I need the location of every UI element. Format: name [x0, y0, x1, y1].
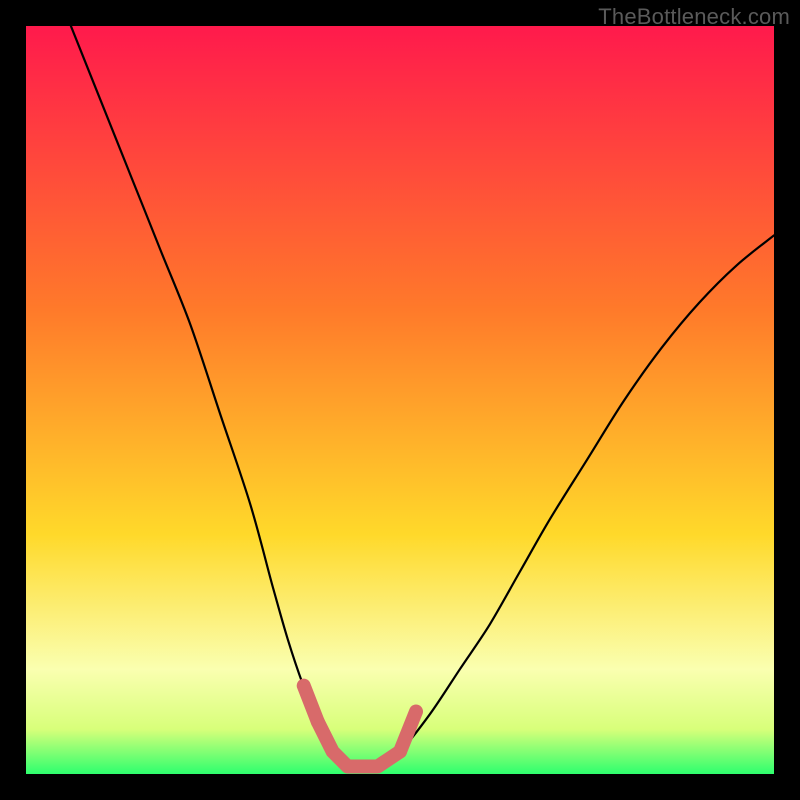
watermark-text: TheBottleneck.com — [598, 4, 790, 30]
gradient-background — [26, 26, 774, 774]
plot-area — [26, 26, 774, 774]
bottleneck-chart — [26, 26, 774, 774]
chart-frame: TheBottleneck.com — [0, 0, 800, 800]
